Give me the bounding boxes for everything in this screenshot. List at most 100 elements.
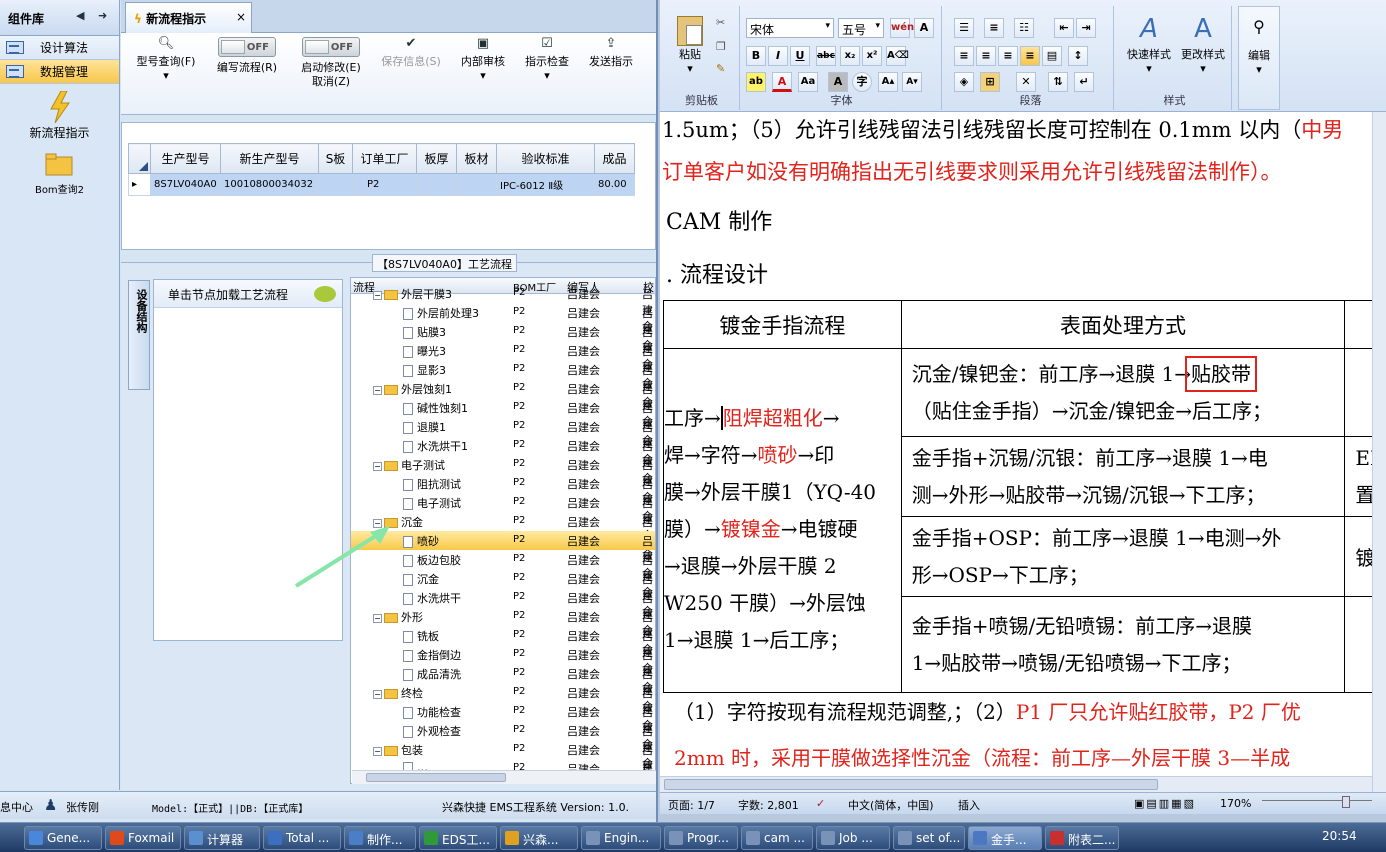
tree-row[interactable]: − 电子测试 P2 吕建会 吕建会	[351, 455, 655, 504]
tree-row[interactable]: 水洗烘干1 P2 吕建会 吕建会	[351, 436, 655, 485]
taskbar-item[interactable]: 附表二...	[1045, 826, 1119, 850]
scrollbar-thumb[interactable]	[366, 773, 506, 782]
taskbar-item[interactable]: Gene...	[24, 826, 102, 850]
tree-row[interactable]: 外观检查 P2 吕建会 吕建会	[351, 721, 655, 770]
quick-style-button[interactable]: A 快速样式 ▾	[1122, 14, 1176, 75]
multilevel-list-icon[interactable]: ☷	[1014, 18, 1034, 38]
superscript-button[interactable]: x²	[862, 46, 882, 66]
clear-format-icon[interactable]: A⌫	[886, 46, 909, 66]
tree-row[interactable]: 水洗烘干 P2 吕建会 吕建会	[351, 588, 655, 637]
taskbar-clock[interactable]: 20:54	[1322, 829, 1357, 843]
taskbar-item[interactable]: EDS工...	[419, 826, 497, 850]
col-header-thickness[interactable]: 板厚	[416, 143, 457, 174]
cell-new-model[interactable]: 10010800034032	[220, 173, 319, 196]
shading-icon[interactable]: ◈	[954, 72, 974, 92]
italic-button[interactable]: I	[768, 46, 788, 66]
taskbar-item[interactable]: Total ...	[263, 826, 341, 850]
col-header-acceptance[interactable]: 验收标准	[496, 143, 595, 174]
auto-modify-toggle[interactable]: OFF 启动修改(E) 取消(Z)	[291, 37, 371, 89]
off-switch[interactable]: OFF	[218, 37, 276, 57]
subscript-button[interactable]: x₂	[840, 46, 860, 66]
format-painter-icon[interactable]: ✎	[716, 62, 725, 75]
cell-s-board[interactable]	[318, 173, 353, 196]
document-horizontal-scrollbar[interactable]	[660, 776, 1372, 792]
tree-row[interactable]: 铣板 P2 吕建会 吕建会	[351, 626, 655, 675]
taskbar-item[interactable]: 制作...	[344, 826, 416, 850]
taskbar-item[interactable]: 金手...	[968, 826, 1042, 850]
new-flow-instruction-launcher[interactable]: 新流程指示	[0, 90, 119, 141]
taskbar-item[interactable]: cam ...	[741, 826, 813, 850]
zoom-level[interactable]: 170%	[1220, 797, 1251, 810]
copy-icon[interactable]: ❐	[716, 40, 726, 53]
collapse-icon[interactable]: −	[373, 613, 382, 623]
write-flow-toggle[interactable]: OFF 编写流程(R)	[207, 37, 287, 75]
scrollbar-thumb[interactable]	[664, 779, 1158, 790]
table-row[interactable]: ▸ 8S7LV040A0 10010800034032 P2 IPC-6012 …	[128, 173, 635, 196]
justify-icon[interactable]: ≡	[1020, 46, 1040, 66]
taskbar-item[interactable]: set of...	[893, 826, 965, 850]
text-direction-icon[interactable]: ✕	[1016, 72, 1036, 92]
collapse-left-icon[interactable]: ◀	[76, 9, 84, 22]
tree-row[interactable]: 金指倒边 P2 吕建会 吕建会	[351, 645, 655, 694]
tree-row[interactable]: − 外层干膜3 P2 吕建会 吕建会	[351, 284, 655, 333]
enclose-char-icon[interactable]: 字	[852, 72, 872, 92]
tree-row[interactable]: 功能检查 P2 吕建会 吕建会	[351, 702, 655, 751]
phonetic-guide-icon[interactable]: wén	[890, 18, 914, 38]
save-info-button[interactable]: ✔ 保存信息(S)	[375, 37, 447, 69]
collapse-icon[interactable]: −	[373, 689, 382, 699]
collapse-icon[interactable]: −	[373, 290, 382, 300]
tree-row[interactable]: 成品清洗 P2 吕建会 吕建会	[351, 664, 655, 713]
tree-row[interactable]: 电子测试P2吕建会吕建会	[351, 493, 655, 542]
tab-equipment-structure[interactable]: 设备结构	[128, 280, 150, 390]
show-marks-icon[interactable]: ↵	[1074, 72, 1094, 92]
underline-button[interactable]: U	[790, 46, 810, 66]
col-header-model[interactable]: 生产型号	[150, 143, 221, 174]
align-right-icon[interactable]: ≡	[998, 46, 1018, 66]
decrease-indent-icon[interactable]: ⇤	[1054, 18, 1074, 38]
document-vertical-scrollbar[interactable]	[1372, 112, 1386, 792]
col-header-s-board[interactable]: S板	[318, 143, 353, 174]
change-case-icon[interactable]: Aa	[798, 72, 818, 92]
distribute-icon[interactable]: ▤	[1042, 46, 1062, 66]
tree-row[interactable]: 碱性蚀刻1 P2 吕建会 吕建会	[351, 398, 655, 447]
tree-row[interactable]: − 终检 P2 吕建会 吕建会	[351, 683, 655, 732]
shrink-font-icon[interactable]: A▾	[902, 72, 922, 92]
page-indicator[interactable]: 页面: 1/7	[668, 797, 715, 813]
word-count[interactable]: 字数: 2,801	[738, 797, 799, 813]
tree-row[interactable]: 退膜1 P2 吕建会 吕建会	[351, 417, 655, 466]
cell-product[interactable]: 80.00	[594, 173, 635, 196]
language-indicator[interactable]: 中文(简体，中国)	[848, 797, 934, 813]
font-size-select[interactable]: 五号 ▾	[838, 18, 884, 38]
cut-icon[interactable]: ✂	[716, 16, 725, 29]
tree-row[interactable]: 阻抗测试 P2 吕建会 吕建会	[351, 474, 655, 523]
collapse-icon[interactable]: −	[373, 461, 382, 471]
pin-icon[interactable]: ➜	[98, 9, 107, 22]
tree-row[interactable]: −包装P2吕建会吕建会	[351, 740, 655, 783]
off-switch[interactable]: OFF	[302, 37, 360, 57]
numbering-icon[interactable]: ≡	[984, 18, 1004, 38]
view-buttons[interactable]: ▣▤▥▦▧	[1134, 797, 1196, 810]
internal-review-button[interactable]: ▣ 内部审核 ▾	[455, 37, 511, 83]
cell-acceptance[interactable]: IPC-6012 Ⅱ级	[496, 173, 595, 196]
taskbar-item[interactable]: Engin...	[581, 826, 661, 850]
taskbar-item[interactable]: 计算器	[184, 826, 260, 850]
sidebar-item-data-management[interactable]: 数据管理	[0, 60, 119, 84]
bold-button[interactable]: B	[746, 46, 766, 66]
cell-thickness[interactable]	[416, 173, 457, 196]
tab-new-flow-instruction[interactable]: ϟ 新流程指示 ×	[125, 2, 252, 33]
collapse-icon[interactable]: −	[373, 385, 382, 395]
line-spacing-icon[interactable]: ↕	[1068, 46, 1088, 66]
message-center-link[interactable]: 息中心	[0, 799, 33, 815]
sidebar-item-design-algorithm[interactable]: 设计算法	[0, 36, 119, 60]
edit-button[interactable]: ⚲ 编辑 ▾	[1243, 17, 1275, 76]
tree-row[interactable]: 外层前处理3 P2 吕建会 吕建会	[351, 303, 655, 352]
cell-material[interactable]	[456, 173, 497, 196]
zoom-slider-thumb[interactable]	[1342, 796, 1350, 808]
font-color-icon[interactable]: A	[772, 72, 792, 92]
tree-horizontal-scrollbar[interactable]	[352, 770, 656, 784]
font-name-select[interactable]: 宋体 ▾	[746, 18, 834, 38]
collapse-icon[interactable]: −	[373, 746, 382, 756]
align-center-icon[interactable]: ≡	[976, 46, 996, 66]
proofing-icon[interactable]: ✓	[816, 797, 825, 810]
char-shading-icon[interactable]: A	[828, 72, 848, 92]
